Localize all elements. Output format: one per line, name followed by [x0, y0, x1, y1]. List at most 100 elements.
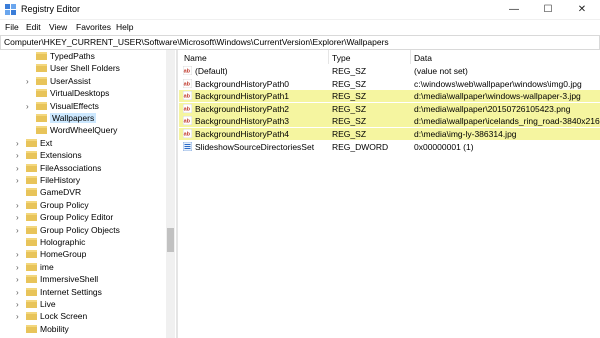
expand-chevron-icon[interactable]: ›	[16, 299, 24, 310]
expand-chevron-icon[interactable]: ›	[26, 76, 34, 87]
folder-icon	[36, 114, 47, 122]
tree-item[interactable]: Mobility	[0, 324, 166, 335]
svg-text:ab: ab	[184, 81, 191, 87]
menu-view[interactable]: View	[49, 22, 67, 32]
expand-chevron-icon[interactable]: ›	[16, 138, 24, 149]
value-type: REG_SZ	[332, 78, 367, 89]
maximize-button[interactable]: ☐	[533, 0, 563, 19]
expand-chevron-icon[interactable]: ›	[26, 101, 34, 112]
address-path: Computer\HKEY_CURRENT_USER\Software\Micr…	[4, 37, 389, 47]
tree-item[interactable]: WordWheelQuery	[0, 125, 166, 136]
value-row[interactable]: ab BackgroundHistoryPath1 REG_SZ d:\media\w…	[179, 90, 600, 103]
tree-item[interactable]: › ime	[0, 262, 166, 273]
value-row[interactable]: ab BackgroundHistoryPath3 REG_SZ d:\media\w…	[179, 115, 600, 128]
value-name: (Default)	[195, 66, 228, 76]
value-data: d:\media\wallpaper\20150726105423.png	[414, 103, 571, 114]
tree-item-label: VisualEffects	[50, 100, 99, 111]
tree-item-label: Lock Screen	[40, 311, 88, 322]
expand-chevron-icon[interactable]	[26, 51, 34, 62]
string-value-icon: ab	[183, 66, 192, 75]
tree-item[interactable]: VirtualDesktops	[0, 88, 166, 99]
value-row[interactable]: SlideshowSourceDirectoriesSet REG_DWORD 0x…	[179, 141, 600, 153]
scrollbar-thumb[interactable]	[167, 228, 174, 252]
expand-chevron-icon[interactable]	[16, 324, 24, 335]
value-row[interactable]: ab BackgroundHistoryPath2 REG_SZ d:\media\w…	[179, 102, 600, 115]
close-button[interactable]: ✕	[567, 0, 597, 19]
column-divider[interactable]	[410, 50, 411, 64]
menu-help[interactable]: Help	[116, 22, 133, 32]
value-name: SlideshowSourceDirectoriesSet	[195, 141, 315, 152]
expand-chevron-icon[interactable]	[16, 187, 24, 198]
string-value-icon: ab	[183, 91, 192, 101]
expand-chevron-icon[interactable]: ›	[16, 225, 24, 236]
tree-item[interactable]: › Internet Settings	[0, 287, 166, 298]
tree-item[interactable]: GameDVR	[0, 187, 166, 198]
expand-chevron-icon[interactable]: ›	[16, 163, 24, 174]
tree-item[interactable]: Wallpapers	[0, 113, 166, 124]
tree-item-label: Ext	[40, 137, 53, 148]
folder-icon	[26, 151, 37, 160]
expand-chevron-icon[interactable]	[26, 113, 34, 124]
tree-scrollbar[interactable]	[166, 50, 175, 338]
svg-text:ab: ab	[184, 68, 191, 74]
pane-splitter[interactable]	[176, 50, 178, 338]
expand-chevron-icon[interactable]	[26, 88, 34, 99]
expand-chevron-icon[interactable]: ›	[16, 262, 24, 273]
folder-icon	[26, 225, 37, 234]
minimize-button[interactable]: —	[499, 0, 529, 19]
key-tree[interactable]: TypedPaths User Shell Folders › UserAssist V…	[0, 50, 175, 338]
tree-item[interactable]: › Lock Screen	[0, 311, 166, 322]
tree-item-label: Internet Settings	[40, 286, 102, 297]
value-data: d:\media\img-ly-386314.jpg	[414, 129, 517, 139]
tree-item[interactable]: › ImmersiveShell	[0, 274, 166, 285]
value-name: BackgroundHistoryPath3	[195, 116, 290, 127]
string-value-icon: ab	[183, 103, 192, 113]
column-header-type[interactable]: Type	[332, 53, 350, 63]
tree-item[interactable]: TypedPaths	[0, 51, 166, 62]
expand-chevron-icon[interactable]: ›	[16, 287, 24, 298]
value-type: REG_SZ	[332, 66, 367, 76]
value-row[interactable]: ab (Default) REG_SZ (value not set)	[179, 65, 600, 77]
tree-item[interactable]: › Group Policy Editor	[0, 212, 166, 223]
tree-item-label: Holographic	[40, 237, 86, 247]
tree-item-label: HomeGroup	[40, 249, 87, 260]
tree-item[interactable]: Holographic	[0, 237, 166, 248]
svg-text:ab: ab	[184, 93, 191, 99]
tree-item[interactable]: User Shell Folders	[0, 63, 166, 74]
window-title: Registry Editor	[21, 4, 81, 14]
expand-chevron-icon[interactable]: ›	[16, 175, 24, 186]
column-header-name[interactable]: Name	[184, 53, 207, 63]
expand-chevron-icon[interactable]: ›	[16, 274, 24, 285]
column-divider[interactable]	[328, 50, 329, 64]
expand-chevron-icon[interactable]: ›	[16, 150, 24, 161]
expand-chevron-icon[interactable]	[16, 237, 24, 248]
expand-chevron-icon[interactable]	[26, 63, 34, 74]
expand-chevron-icon[interactable]: ›	[16, 311, 24, 322]
folder-icon	[36, 76, 47, 85]
value-type: REG_DWORD	[332, 141, 389, 152]
menu-favorites[interactable]: Favorites	[76, 22, 111, 32]
tree-item[interactable]: › FileAssociations	[0, 163, 166, 174]
expand-chevron-icon[interactable]: ›	[16, 212, 24, 223]
tree-item[interactable]: › Group Policy	[0, 200, 166, 211]
value-row[interactable]: ab BackgroundHistoryPath0 REG_SZ c:\windows…	[179, 78, 600, 90]
tree-item[interactable]: › Group Policy Objects	[0, 225, 166, 236]
registry-editor-icon	[5, 4, 16, 15]
tree-item[interactable]: › UserAssist	[0, 76, 166, 87]
tree-item-label: FileHistory	[40, 175, 81, 185]
column-header-data[interactable]: Data	[414, 53, 432, 63]
tree-item[interactable]: › Extensions	[0, 150, 166, 161]
tree-item[interactable]: › FileHistory	[0, 175, 166, 186]
menu-edit[interactable]: Edit	[26, 22, 41, 32]
expand-chevron-icon[interactable]: ›	[16, 249, 24, 260]
tree-item[interactable]: › VisualEffects	[0, 101, 166, 112]
tree-item[interactable]: › HomeGroup	[0, 249, 166, 260]
tree-item[interactable]: › Live	[0, 299, 166, 310]
value-row[interactable]: ab BackgroundHistoryPath4 REG_SZ d:\media\i…	[179, 128, 600, 140]
menu-file[interactable]: File	[5, 22, 19, 32]
expand-chevron-icon[interactable]	[26, 125, 34, 136]
tree-item-label: FileAssociations	[40, 162, 102, 173]
expand-chevron-icon[interactable]: ›	[16, 200, 24, 211]
address-bar[interactable]: Computer\HKEY_CURRENT_USER\Software\Micr…	[0, 35, 600, 50]
tree-item[interactable]: › Ext	[0, 138, 166, 149]
